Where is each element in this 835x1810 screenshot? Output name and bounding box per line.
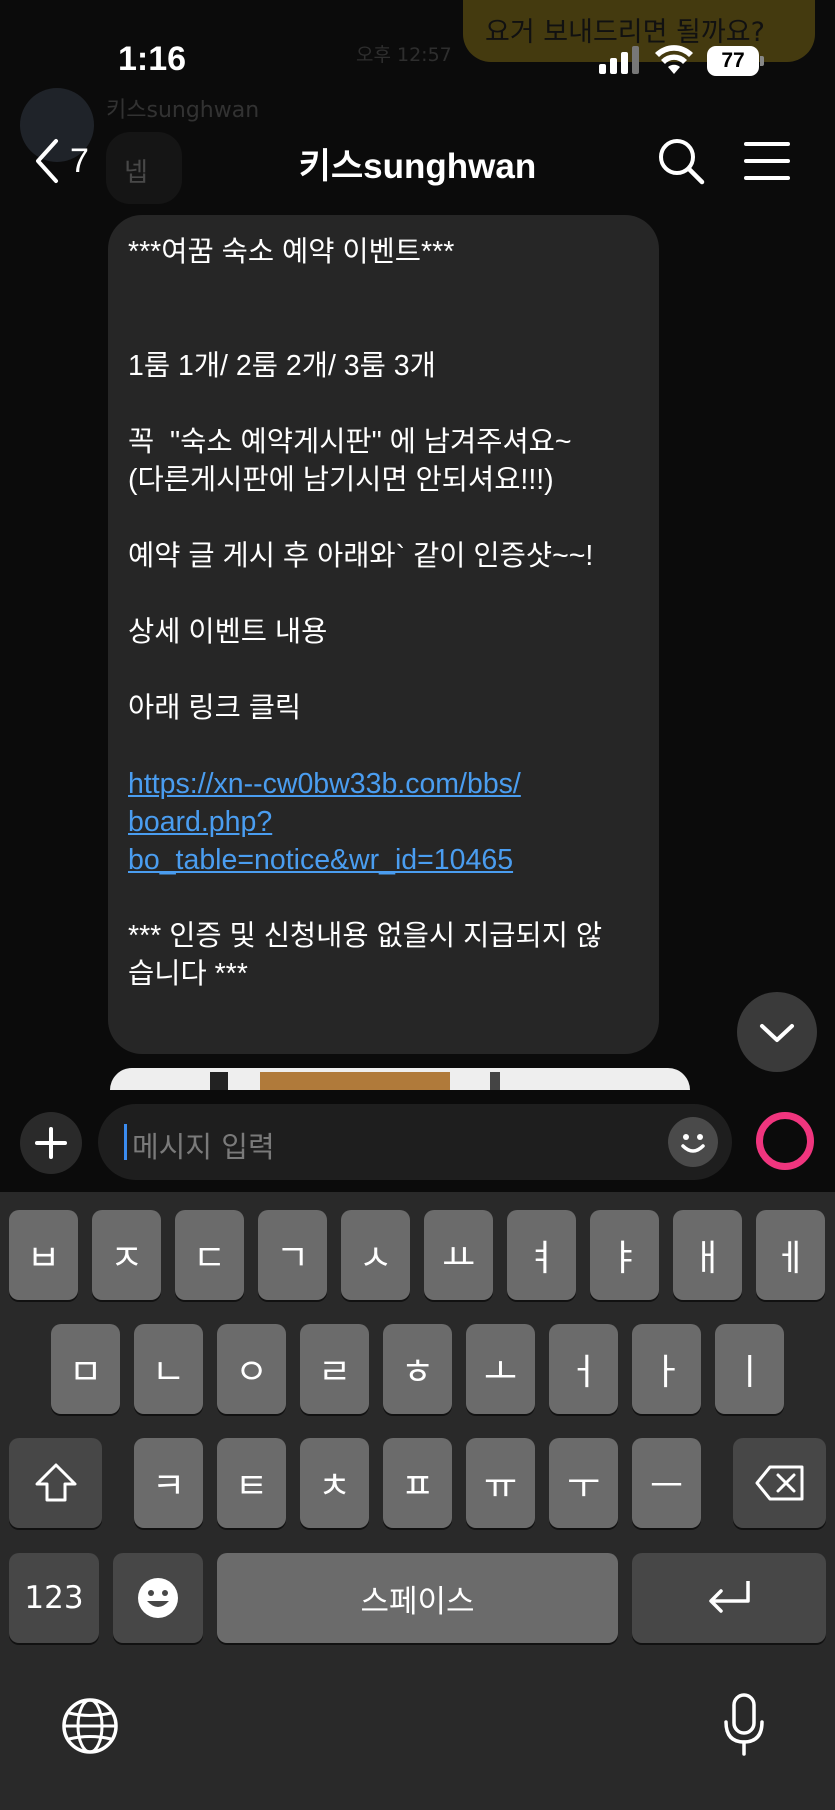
key[interactable]: ㅡ [632,1438,701,1528]
attach-button[interactable] [20,1112,82,1174]
message-line: 예약 글 게시 후 아래와` 같이 인증샷~~! [128,540,594,572]
chat-screen: 요거 보내드리면 될까요? 오후 12:57 키스sunghwan 넵 1:16… [0,0,835,1810]
numbers-key[interactable]: 123 [9,1553,99,1643]
message-line [128,575,639,613]
key[interactable]: ㅂ [9,1210,78,1300]
shift-icon [35,1463,76,1502]
image-detail [490,1072,500,1090]
key[interactable]: ㄹ [300,1324,369,1414]
message-line [128,879,639,917]
key[interactable]: ㅕ [507,1210,576,1300]
chat-title: 키스sunghwan [298,147,537,186]
search-icon[interactable] [656,136,706,186]
microphone-icon[interactable] [722,1692,766,1758]
return-key[interactable] [632,1553,826,1643]
message-line: *** 인증 및 신청내용 없을시 지급되지 않 [128,920,603,952]
message-link[interactable]: bo_table=notice&wr_id=10465 [128,841,639,879]
key[interactable]: ㅌ [217,1438,286,1528]
emoji-button[interactable] [668,1117,718,1167]
key[interactable]: ㅔ [756,1210,825,1300]
text-cursor [124,1124,127,1160]
emoji-keyboard-key[interactable] [113,1553,203,1643]
previous-message-time: 오후 12:57 [356,44,452,66]
chevron-down-icon [760,1024,794,1042]
plus-icon [35,1127,67,1159]
image-detail [260,1072,450,1090]
key[interactable]: ㄷ [175,1210,244,1300]
wifi-icon [655,45,693,74]
key[interactable]: ㅈ [92,1210,161,1300]
key[interactable]: ㅍ [383,1438,452,1528]
battery-level: 77 [707,46,759,76]
message-line [128,727,639,765]
menu-icon[interactable] [744,140,790,182]
message-line [128,651,639,689]
keyboard: ㅂ ㅈ ㄷ ㄱ ㅅ ㅛ ㅕ ㅑ ㅐ ㅔ ㅁ ㄴ ㅇ ㄹ ㅎ ㅗ ㅓ ㅏ ㅣ ㅋ … [0,1192,835,1810]
message-link-line[interactable]: board.php? [128,806,272,838]
key[interactable]: ㅅ [341,1210,410,1300]
key[interactable]: ㅊ [300,1438,369,1528]
key[interactable]: ㄴ [134,1324,203,1414]
key[interactable]: ㅛ [424,1210,493,1300]
sender-name: 키스sunghwan [106,98,260,123]
key[interactable]: ㅁ [51,1324,120,1414]
key[interactable]: ㅓ [549,1324,618,1414]
key[interactable]: ㄱ [258,1210,327,1300]
key[interactable]: ㅋ [134,1438,203,1528]
message-line: 아래 링크 클릭 [128,692,302,724]
battery-icon: 77 [707,46,764,76]
ring-icon[interactable] [756,1112,814,1170]
backspace-key[interactable] [733,1438,826,1528]
message-input-placeholder: 메시지 입력 [132,1130,275,1164]
message-line: 습니다 *** [128,958,248,990]
message-line: ***여꿈 숙소 예약 이벤트*** [128,236,455,268]
battery-tip [760,56,764,66]
image-message-preview[interactable] [110,1068,690,1090]
emoji-keyboard-icon [138,1578,178,1618]
key[interactable]: ㅣ [715,1324,784,1414]
message-line [128,271,639,309]
message-line: 1룸 1개/ 2룸 2개/ 3룸 3개 [128,350,436,382]
shift-key[interactable] [9,1438,102,1528]
emoji-icon [681,1134,705,1153]
message-line [128,499,639,537]
message-line: 상세 이벤트 내용 [128,616,328,648]
message-line: (다른게시판에 남기시면 안되셔요!!!) [128,464,554,496]
key[interactable]: ㅗ [466,1324,535,1414]
message-input[interactable]: 메시지 입력 [98,1104,732,1180]
message-link[interactable]: https://xn--cw0bw33b.com/bbs/ [128,765,639,803]
signal-icon [599,46,639,74]
message-bubble[interactable]: ***여꿈 숙소 예약 이벤트*** 1룸 1개/ 2룸 2개/ 3룸 3개 꼭… [108,215,659,1054]
key[interactable]: ㅏ [632,1324,701,1414]
key[interactable]: ㅐ [673,1210,742,1300]
message-line [128,385,639,423]
return-icon [709,1581,750,1613]
message-line [128,309,639,347]
message-link-line[interactable]: bo_table=notice&wr_id=10465 [128,844,513,876]
key[interactable]: ㅇ [217,1324,286,1414]
message-link-line[interactable]: https://xn--cw0bw33b.com/bbs/ [128,768,521,800]
key[interactable]: ㅠ [466,1438,535,1528]
backspace-icon [755,1465,803,1501]
message-line: 꼭 "숙소 예약게시판" 에 남겨주셔요~ [128,426,572,458]
scroll-down-button[interactable] [737,992,817,1072]
globe-icon[interactable] [60,1696,120,1756]
key[interactable]: ㅜ [549,1438,618,1528]
image-detail [210,1072,228,1090]
key[interactable]: ㅎ [383,1324,452,1414]
status-time: 1:16 [118,40,187,78]
message-link[interactable]: board.php? [128,803,639,841]
key[interactable]: ㅑ [590,1210,659,1300]
space-key[interactable]: 스페이스 [217,1553,618,1643]
